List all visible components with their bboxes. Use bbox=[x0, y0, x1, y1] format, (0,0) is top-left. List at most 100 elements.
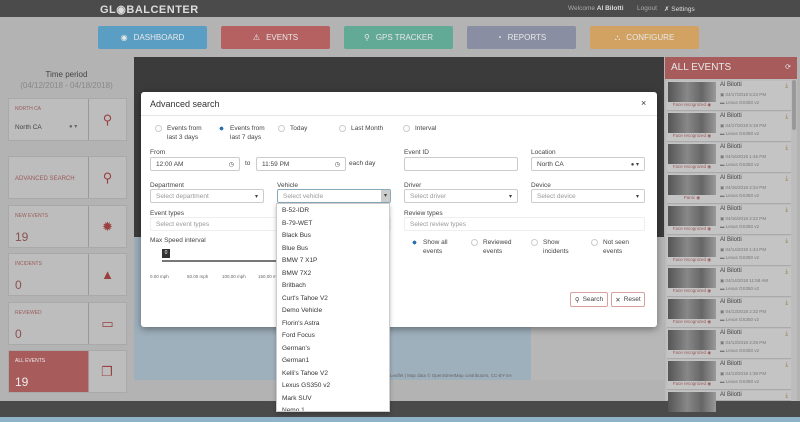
download-icon[interactable]: ⤓ bbox=[785, 238, 788, 245]
event-item[interactable]: Face recognized ◉ Al Bilotti ▣ 04/17/2018 … bbox=[667, 81, 791, 111]
event-id-input[interactable] bbox=[404, 157, 518, 171]
download-icon[interactable]: ⤓ bbox=[785, 269, 788, 276]
event-item[interactable]: Face recognized ◉ Al Bilotti ▣ 04/16/2018 … bbox=[667, 205, 791, 235]
all-events-card[interactable]: ALL EVENTS 19 ❐ bbox=[8, 350, 127, 393]
map-attribution[interactable]: Leaflet | Map data © OpenStreetMap contr… bbox=[390, 373, 512, 378]
reset-button[interactable]: ✕ Reset bbox=[611, 292, 645, 307]
to-time-input[interactable]: 11:59 PM ◷ bbox=[256, 157, 346, 171]
review-filter-radio[interactable]: Reviewed events bbox=[471, 238, 515, 256]
download-icon[interactable]: ⤓ bbox=[785, 207, 788, 214]
period-radio[interactable]: Today bbox=[278, 124, 338, 133]
eye-icon: ◉ bbox=[696, 195, 701, 200]
calendar-icon: ▣ bbox=[720, 185, 725, 190]
nav-events[interactable]: ⚠ EVENTS bbox=[221, 26, 330, 49]
event-vehicle: ▬ Lexus GS350 v2 bbox=[720, 162, 760, 167]
download-icon[interactable]: ⤓ bbox=[785, 114, 788, 121]
vehicle-select[interactable]: Select vehicle ▾ bbox=[277, 189, 391, 203]
download-icon[interactable]: ⤓ bbox=[785, 83, 788, 90]
vehicle-option[interactable]: Curt's Tahoe V2 bbox=[277, 292, 389, 305]
review-filter-radio[interactable]: Show all events bbox=[411, 238, 455, 256]
vehicle-option[interactable]: Kelli's Tahoe V2 bbox=[277, 367, 389, 380]
vehicle-option[interactable]: Mark SUV bbox=[277, 392, 389, 405]
vehicle-option[interactable]: B-52-IDR bbox=[277, 204, 389, 217]
event-date: ▣ 04/14/2018 11:58 AM bbox=[720, 278, 768, 283]
event-item[interactable]: Face recognized ◉ Al Bilotti ▣ 04/17/2018 … bbox=[667, 112, 791, 142]
period-radio[interactable]: Events from last 7 days bbox=[218, 124, 273, 142]
vehicle-option[interactable]: Nemo 1 bbox=[277, 404, 389, 411]
driver-select[interactable]: Select driver ▾ bbox=[404, 189, 518, 203]
nav-gps-tracker[interactable]: ⚲ GPS TRACKER bbox=[344, 26, 453, 49]
vehicle-option[interactable]: German1 bbox=[277, 354, 389, 367]
speed-handle[interactable]: 0 bbox=[162, 249, 170, 258]
department-select[interactable]: Select department ▾ bbox=[150, 189, 264, 203]
event-vehicle: ▬ Lexus GS350 v2 bbox=[720, 131, 760, 136]
event-vehicle: ▬ Lexus GS350 v2 bbox=[720, 379, 760, 384]
calendar-icon: ▣ bbox=[720, 247, 725, 252]
event-thumbnail bbox=[668, 144, 716, 164]
search-button[interactable]: ⚲ Search bbox=[570, 292, 608, 307]
event-item[interactable]: Face recognized ◉ Al Bilotti ▣ 04/13/2018 … bbox=[667, 329, 791, 359]
download-icon[interactable]: ⤓ bbox=[785, 300, 788, 307]
event-item[interactable]: Face recognized ◉ Al Bilotti ▣ 04/16/2018 … bbox=[667, 143, 791, 173]
refresh-icon[interactable]: ⟳ bbox=[785, 63, 791, 71]
vehicle-option[interactable]: Blue Bus bbox=[277, 242, 389, 255]
logout-link[interactable]: Logout bbox=[637, 5, 657, 12]
location-card[interactable]: NORTH CA North CA ● ▾ ⚲ bbox=[8, 98, 127, 141]
driver-name: Al Bilotti bbox=[720, 237, 742, 243]
car-icon: ▬ bbox=[720, 131, 725, 136]
advanced-search-card[interactable]: ADVANCED SEARCH ⚲ bbox=[8, 156, 127, 199]
vehicle-option[interactable]: B-79-WET bbox=[277, 217, 389, 230]
device-select[interactable]: Select device ▾ bbox=[531, 189, 645, 203]
incidents-card[interactable]: INCIDENTS 0 ▲ bbox=[8, 253, 127, 296]
event-item[interactable]: Al Bilotti ⤓ bbox=[667, 391, 791, 412]
vehicle-option[interactable]: Florin's Astra bbox=[277, 317, 389, 330]
new-events-card[interactable]: NEW EVENTS 19 ✹ bbox=[8, 205, 127, 248]
nav-reports[interactable]: ◔ REPORTS bbox=[467, 26, 576, 49]
period-radio[interactable]: Interval bbox=[403, 124, 463, 133]
event-item[interactable]: Face recognized ◉ Al Bilotti ▣ 04/13/2018 … bbox=[667, 360, 791, 390]
clear-icon[interactable]: ● ▾ bbox=[69, 123, 77, 130]
from-time-input[interactable]: 12:00 AM ◷ bbox=[150, 157, 240, 171]
period-radio[interactable]: Last Month bbox=[339, 124, 399, 133]
event-item[interactable]: Panic ◉ Al Bilotti ▣ 04/16/2018 2:34 PM ▬ L… bbox=[667, 174, 791, 204]
events-panel-header: ALL EVENTS ⟳ bbox=[665, 57, 797, 79]
vehicle-option[interactable]: Black Bus bbox=[277, 229, 389, 242]
speed-track[interactable] bbox=[162, 260, 277, 262]
download-icon[interactable]: ⤓ bbox=[785, 331, 788, 338]
event-item[interactable]: Face recognized ◉ Al Bilotti ▣ 04/14/2018 … bbox=[667, 267, 791, 297]
vehicle-option[interactable]: Ford Focus bbox=[277, 329, 389, 342]
download-icon[interactable]: ⤓ bbox=[785, 176, 788, 183]
calendar-icon: ▣ bbox=[720, 309, 725, 314]
download-icon[interactable]: ⤓ bbox=[785, 393, 788, 400]
event-tag: Face recognized ◉ bbox=[672, 226, 712, 231]
events-scrollbar[interactable] bbox=[792, 80, 796, 130]
event-item[interactable]: Face recognized ◉ Al Bilotti ▣ 04/14/2018 … bbox=[667, 236, 791, 266]
review-types-label: Review types bbox=[404, 210, 443, 217]
period-radio[interactable]: Events from last 3 days bbox=[155, 124, 210, 142]
dashboard-icon: ◉ bbox=[120, 33, 128, 42]
vehicle-option[interactable]: BMW 7X2 bbox=[277, 267, 389, 280]
event-item[interactable]: Face recognized ◉ Al Bilotti ▣ 04/13/2018 … bbox=[667, 298, 791, 328]
settings-link[interactable]: ✗ Settings bbox=[664, 5, 695, 13]
driver-name: Al Bilotti bbox=[720, 175, 742, 181]
nav-dashboard[interactable]: ◉ DASHBOARD bbox=[98, 26, 207, 49]
vehicle-option[interactable]: German's bbox=[277, 342, 389, 355]
reviewed-card[interactable]: REVIEWED 0 ▭ bbox=[8, 302, 127, 345]
vehicle-option[interactable]: BMW 7 X1P bbox=[277, 254, 389, 267]
review-filter-radio[interactable]: Show incidents bbox=[531, 238, 575, 256]
review-types-select[interactable]: Select review types bbox=[404, 217, 645, 231]
download-icon[interactable]: ⤓ bbox=[785, 362, 788, 369]
location-select[interactable]: North CA ● ▾ bbox=[531, 157, 645, 171]
review-filter-radio[interactable]: Not seen events bbox=[591, 238, 635, 256]
warning-icon: ⚠ bbox=[252, 33, 261, 42]
vehicle-option[interactable]: Demo Vehicle bbox=[277, 304, 389, 317]
nav-configure[interactable]: ⛬ CONFIGURE bbox=[590, 26, 699, 49]
vehicle-option[interactable]: Britbach bbox=[277, 279, 389, 292]
event-date: ▣ 04/16/2018 2:34 PM bbox=[720, 185, 767, 190]
download-icon[interactable]: ⤓ bbox=[785, 145, 788, 152]
advanced-search-modal: Advanced search × Events from last 3 day… bbox=[141, 92, 657, 327]
vehicle-option[interactable]: Lexus GS350 v2 bbox=[277, 379, 389, 392]
event-vehicle: ▬ Lexus GS350 v2 bbox=[720, 348, 760, 353]
close-button[interactable]: × bbox=[641, 98, 646, 108]
vehicle-dropdown: B-52-IDR B-79-WET Black Bus Blue Bus BMW 7 X… bbox=[276, 203, 390, 412]
